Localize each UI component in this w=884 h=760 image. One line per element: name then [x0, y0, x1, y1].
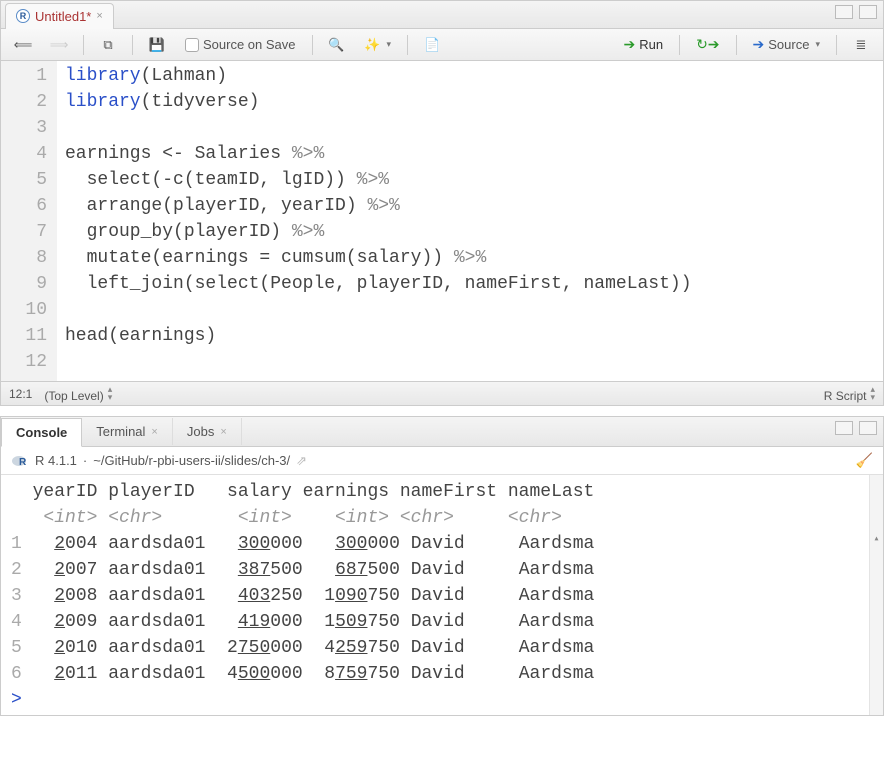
table-types: <int> <chr> <int> <int> <chr> <chr> — [11, 508, 562, 528]
minimize-pane-icon[interactable] — [835, 421, 853, 435]
editor-toolbar: ⟸ ⟹ ⧉ 💾 Source on Save 🔍 ✨▾ 📄 ➔ Run ↻➔ ➔… — [1, 29, 883, 61]
source-on-save-toggle[interactable]: Source on Save — [179, 33, 302, 57]
console-output[interactable]: yearID playerID salary earnings nameFirs… — [1, 475, 883, 715]
svg-text:R: R — [19, 457, 27, 468]
console-prompt[interactable]: > — [11, 690, 22, 710]
close-icon[interactable]: × — [151, 426, 157, 438]
arrow-left-icon: ⟸ — [15, 37, 31, 53]
source-button[interactable]: ➔ Source ▾ — [747, 33, 826, 57]
editor-status-bar: 12:1 (Top Level)▴▾ R Script▴▾ — [1, 381, 883, 405]
editor-pane: R Untitled1* × ⟸ ⟹ ⧉ 💾 Source on Save 🔍 … — [0, 0, 884, 406]
r-file-icon: R — [16, 9, 30, 23]
maximize-pane-icon[interactable] — [859, 421, 877, 435]
r-logo-icon: R — [11, 454, 29, 468]
save-icon: 💾 — [149, 37, 165, 53]
minimize-pane-icon[interactable] — [835, 5, 853, 19]
share-icon[interactable]: ⇗ — [296, 453, 307, 469]
console-pane: Console Terminal× Jobs× R R 4.1.1 · ~/Gi… — [0, 416, 884, 716]
code-editor[interactable]: 1 2 3 4 5 6 7 8 9 10 11 12 library(Lahma… — [1, 61, 883, 381]
close-icon[interactable]: × — [220, 426, 226, 438]
close-tab-icon[interactable]: × — [96, 10, 102, 22]
run-label: Run — [639, 37, 663, 52]
popout-button[interactable]: ⧉ — [94, 33, 122, 57]
run-button[interactable]: ➔ Run — [617, 33, 669, 57]
forward-button[interactable]: ⟹ — [45, 33, 73, 57]
editor-tab-bar: R Untitled1* × — [1, 1, 883, 29]
run-arrow-icon: ➔ — [623, 36, 635, 53]
tab-terminal[interactable]: Terminal× — [82, 418, 173, 445]
popout-icon: ⧉ — [100, 37, 116, 53]
tab-jobs[interactable]: Jobs× — [173, 418, 242, 445]
scope-selector[interactable]: (Top Level)▴▾ — [44, 385, 112, 403]
scrollbar[interactable]: ▴ — [869, 475, 883, 715]
table-header: yearID playerID salary earnings nameFirs… — [11, 482, 594, 502]
chevron-updown-icon: ▴▾ — [108, 385, 113, 401]
rerun-icon: ↻➔ — [696, 36, 719, 53]
language-selector[interactable]: R Script▴▾ — [824, 385, 875, 403]
notebook-icon: 📄 — [424, 37, 440, 53]
window-controls — [835, 421, 877, 435]
r-version: R 4.1.1 — [35, 453, 77, 468]
chevron-down-icon: ▾ — [387, 39, 392, 50]
rerun-button[interactable]: ↻➔ — [690, 33, 725, 57]
maximize-pane-icon[interactable] — [859, 5, 877, 19]
tab-console[interactable]: Console — [1, 418, 82, 447]
wand-icon: ✨ — [365, 37, 381, 53]
console-info-bar: R R 4.1.1 · ~/GitHub/r-pbi-users-ii/slid… — [1, 447, 883, 475]
cursor-position: 12:1 — [9, 387, 32, 401]
source-on-save-label: Source on Save — [203, 37, 296, 52]
tab-title: Untitled1* — [35, 9, 91, 24]
source-label: Source — [768, 37, 809, 52]
arrow-right-icon: ⟹ — [51, 37, 67, 53]
save-button[interactable]: 💾 — [143, 33, 171, 57]
window-controls — [835, 5, 877, 19]
console-tab-bar: Console Terminal× Jobs× — [1, 417, 883, 447]
line-gutter: 1 2 3 4 5 6 7 8 9 10 11 12 — [1, 61, 57, 381]
working-directory[interactable]: ~/GitHub/r-pbi-users-ii/slides/ch-3/ — [93, 453, 290, 468]
scroll-up-icon[interactable]: ▴ — [870, 527, 883, 541]
find-button[interactable]: 🔍 — [323, 33, 351, 57]
editor-tab[interactable]: R Untitled1* × — [5, 3, 114, 29]
code-content[interactable]: library(Lahman) library(tidyverse) earni… — [57, 61, 700, 381]
checkbox-icon — [185, 38, 199, 52]
clear-console-icon[interactable]: 🧹 — [856, 452, 873, 469]
dot-separator: · — [83, 453, 87, 468]
chevron-down-icon: ▾ — [815, 39, 820, 50]
compile-report-button[interactable]: 📄 — [418, 33, 446, 57]
back-button[interactable]: ⟸ — [9, 33, 37, 57]
chevron-updown-icon: ▴▾ — [870, 385, 875, 401]
outline-button[interactable]: ≣ — [847, 33, 875, 57]
source-arrow-icon: ➔ — [753, 36, 765, 53]
outline-icon: ≣ — [853, 37, 869, 53]
wand-button[interactable]: ✨▾ — [359, 33, 398, 57]
search-icon: 🔍 — [329, 37, 345, 53]
